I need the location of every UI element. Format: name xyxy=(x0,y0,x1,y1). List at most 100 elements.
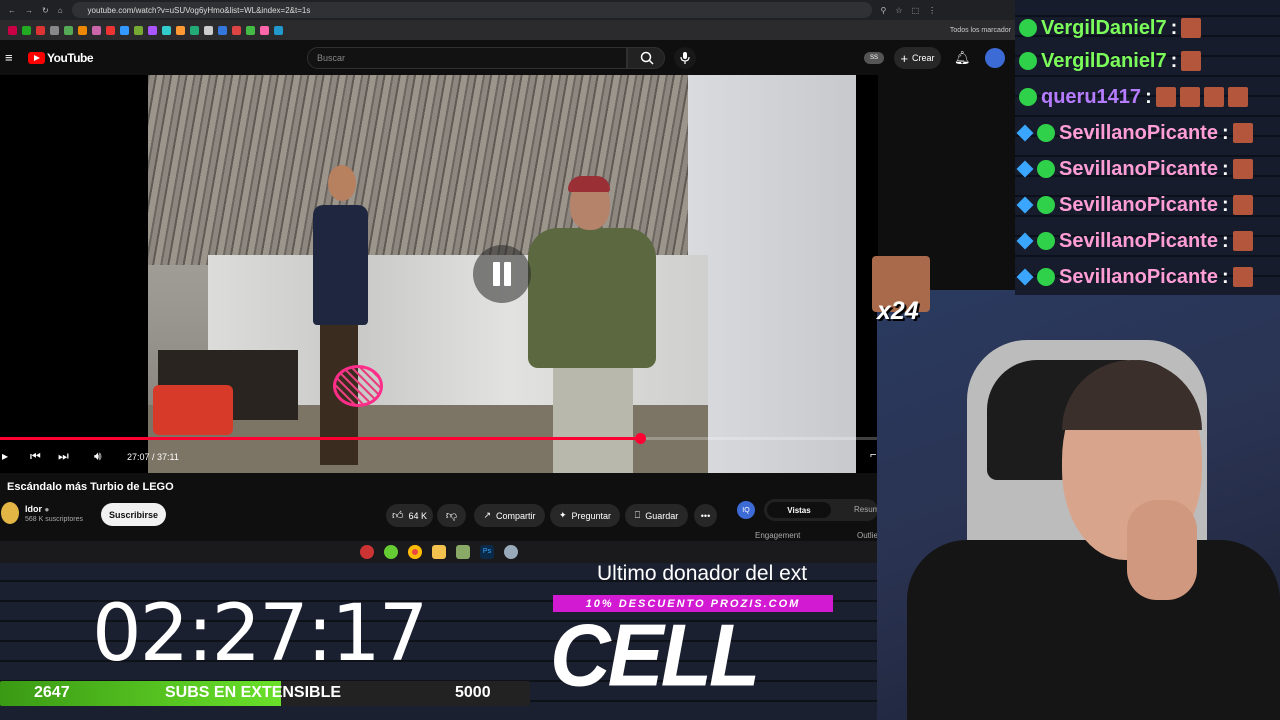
more-actions-button[interactable]: ••• xyxy=(694,504,717,527)
subs-label: SUBS EN EXTENSIBLE xyxy=(165,684,342,701)
forward-icon[interactable]: → xyxy=(25,6,33,15)
chat-separator: : xyxy=(1170,16,1178,39)
webcam-feed xyxy=(877,290,1280,720)
create-label: Crear xyxy=(912,53,935,63)
youtube-logo-text[interactable]: YouTube xyxy=(47,51,94,65)
tab-vistas[interactable]: Vistas xyxy=(767,502,831,518)
bookmark-icon[interactable] xyxy=(106,25,115,35)
chat-emote-icon xyxy=(1179,87,1200,107)
bookmark-icon[interactable] xyxy=(92,25,101,35)
search-input[interactable]: Buscar xyxy=(307,47,627,69)
outlier-label[interactable]: Outlie xyxy=(857,531,878,540)
bookmark-icon[interactable] xyxy=(78,25,87,35)
chat-message: VergilDaniel7: xyxy=(1019,45,1202,77)
notifications-bell-icon[interactable]: 🔔︎ xyxy=(954,50,971,66)
app-icon[interactable] xyxy=(384,545,398,559)
hamburger-menu-icon[interactable]: ≡ xyxy=(5,50,13,65)
chat-username[interactable]: SevillanoPicante xyxy=(1059,230,1218,253)
bookmark-icon[interactable] xyxy=(120,25,129,35)
back-icon[interactable]: ← xyxy=(8,6,16,15)
channel-avatar[interactable] xyxy=(1,502,19,524)
bookmark-icon[interactable] xyxy=(8,25,17,35)
bookmark-icon[interactable] xyxy=(64,25,73,35)
bookmark-icon[interactable] xyxy=(22,25,31,35)
save-button[interactable]: ⎕ Guardar xyxy=(625,504,688,527)
extensible-timer: 02:27:17 xyxy=(92,589,428,679)
chat-emote-icon xyxy=(1181,51,1202,71)
bookmark-icon[interactable] xyxy=(204,25,213,35)
bookmark-icon[interactable] xyxy=(190,25,199,35)
side-tab-bar: Vistas Resum xyxy=(764,499,879,521)
video-title: Escándalo más Turbio de LEGO xyxy=(7,481,174,493)
previous-icon[interactable]: ⏮︎ xyxy=(30,450,41,462)
chat-separator: : xyxy=(1170,49,1178,72)
next-icon[interactable]: ⏭︎ xyxy=(58,450,69,462)
chat-separator: : xyxy=(1221,265,1229,288)
bookmark-icon[interactable] xyxy=(176,25,185,35)
voice-search-button[interactable] xyxy=(674,47,696,69)
video-scene-pink-basket xyxy=(333,365,383,407)
progress-scrubber-handle[interactable] xyxy=(635,433,647,444)
subs-goal: 5000 xyxy=(455,684,491,701)
vidiq-icon[interactable]: IQ xyxy=(737,501,755,519)
bookmark-icon[interactable] xyxy=(260,25,269,35)
chat-username[interactable]: SevillanoPicante xyxy=(1059,194,1218,217)
home-icon[interactable]: ⌂ xyxy=(58,6,63,15)
pause-icon[interactable] xyxy=(473,245,531,303)
chat-separator: : xyxy=(1221,157,1229,180)
bookmark-icon[interactable] xyxy=(148,25,157,35)
bookmark-save-icon: ⎕ xyxy=(634,510,641,520)
chat-emote-icon xyxy=(1232,123,1253,143)
subscribe-button[interactable]: Suscribirse xyxy=(101,503,166,526)
dislike-button[interactable]: 👎︎ xyxy=(437,504,466,527)
url-field[interactable]: youtube.com/watch?v=uSUVog6yHmo&list=WL&… xyxy=(71,2,872,18)
video-scene-wall xyxy=(688,75,856,473)
youtube-logo-icon[interactable] xyxy=(28,52,45,64)
search-button[interactable] xyxy=(627,47,665,69)
last-donor-title: Ultimo donador del ext xyxy=(597,562,808,585)
ask-button[interactable]: ✦ Preguntar xyxy=(550,504,620,527)
channel-name[interactable]: ldor ● xyxy=(25,504,49,514)
chat-separator: : xyxy=(1221,229,1229,252)
progress-bar[interactable] xyxy=(0,433,878,444)
extensions-icon[interactable]: ⬚ xyxy=(912,6,920,15)
bookmark-icon[interactable] xyxy=(162,25,171,35)
chat-overlay: VergilDaniel7: VergilDaniel7: queru1417: Se… xyxy=(1015,0,1280,295)
bookmark-icon[interactable] xyxy=(232,25,241,35)
chat-username[interactable]: queru1417 xyxy=(1041,86,1141,109)
chat-username[interactable]: SevillanoPicante xyxy=(1059,122,1218,145)
bookmark-icon[interactable] xyxy=(246,25,255,35)
bookmark-icon[interactable] xyxy=(218,25,227,35)
bookmark-icon[interactable] xyxy=(36,25,45,35)
avatar[interactable] xyxy=(985,48,1005,68)
bookmarks-all-folder[interactable]: Todos los marcador xyxy=(950,27,1011,34)
like-button[interactable]: 👍︎ 64 K xyxy=(386,504,433,527)
app-icon[interactable] xyxy=(456,545,470,559)
bookmark-icon[interactable] xyxy=(274,25,283,35)
chat-username[interactable]: SevillanoPicante xyxy=(1059,158,1218,181)
folder-icon[interactable] xyxy=(432,545,446,559)
bookmark-icon[interactable] xyxy=(50,25,59,35)
tab-resumen[interactable]: Resum xyxy=(854,505,879,514)
video-player[interactable]: ▸ ⏮︎ ⏭︎ 🔊︎ 27:07 / 37:11 ⌐ xyxy=(0,75,878,473)
bookmark-icon[interactable] xyxy=(134,25,143,35)
chat-username[interactable]: SevillanoPicante xyxy=(1059,266,1218,289)
engagement-label[interactable]: Engagement xyxy=(755,531,800,540)
chat-username[interactable]: VergilDaniel7 xyxy=(1041,17,1167,40)
zoom-icon[interactable]: ⚲ xyxy=(881,6,887,15)
badge-icon[interactable]: SS xyxy=(864,52,884,64)
chat-username[interactable]: VergilDaniel7 xyxy=(1041,50,1167,73)
app-icon[interactable] xyxy=(504,545,518,559)
share-button[interactable]: ↗ Compartir xyxy=(474,504,545,527)
menu-dots-icon[interactable]: ⋮ xyxy=(928,6,936,15)
chat-separator: : xyxy=(1145,85,1152,108)
reload-icon[interactable]: ↻ xyxy=(42,6,49,15)
photoshop-icon[interactable]: Ps xyxy=(480,545,494,559)
app-icon[interactable] xyxy=(360,545,374,559)
star-icon[interactable]: ☆ xyxy=(895,6,902,15)
create-button[interactable]: + Crear xyxy=(894,47,941,69)
fullscreen-icon[interactable]: ⌐ xyxy=(870,449,876,461)
play-icon[interactable]: ▸ xyxy=(2,450,8,462)
chrome-icon[interactable] xyxy=(408,545,422,559)
volume-icon[interactable]: 🔊︎ xyxy=(94,450,102,462)
